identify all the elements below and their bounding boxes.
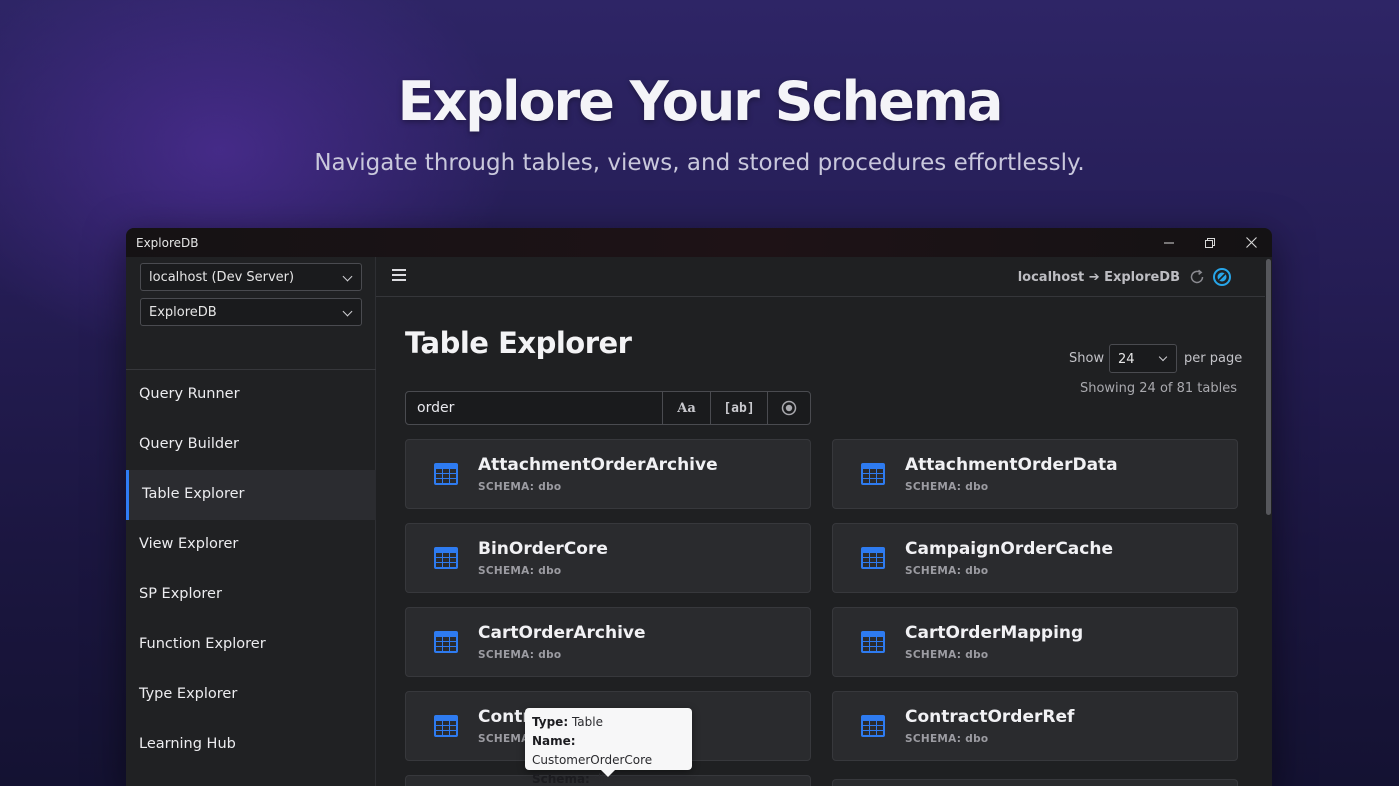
refresh-icon[interactable]: [1188, 268, 1206, 286]
table-name: AttachmentOrderData: [905, 455, 1118, 475]
server-select[interactable]: localhost (Dev Server): [140, 263, 362, 291]
sidebar-item-label: SP Explorer: [139, 586, 222, 602]
table-name: BinOrderCore: [478, 539, 608, 559]
table-schema: SCHEMA: dbo: [905, 481, 989, 493]
minimize-icon: [1164, 242, 1174, 243]
table-card[interactable]: BinOrderCore SCHEMA: dbo: [405, 523, 811, 593]
tooltip-name-value: CustomerOrderCore: [532, 753, 653, 767]
sidebar-item-query-builder[interactable]: Query Builder: [126, 420, 376, 470]
sidebar-item-label: Learning Hub: [139, 736, 236, 752]
table-tooltip: Type: Table Name: CustomerOrderCore Sche…: [525, 708, 692, 786]
per-page-select[interactable]: 24: [1109, 344, 1177, 373]
table-icon: [861, 463, 885, 485]
restore-icon: [1205, 237, 1215, 248]
match-case-button[interactable]: Aa: [662, 392, 710, 424]
table-card[interactable]: ContractOrderRef SCHEMA: dbo: [832, 691, 1238, 761]
target-icon: [781, 400, 797, 416]
whole-word-button[interactable]: [ab]: [710, 392, 767, 424]
sidebar-item-function-explorer[interactable]: Function Explorer: [126, 620, 376, 670]
sidebar-item-label: Query Builder: [139, 436, 239, 452]
tooltip-type-label: Type:: [532, 715, 569, 729]
close-button[interactable]: [1230, 228, 1272, 257]
table-name: AttachmentOrderArchive: [478, 455, 718, 475]
table-schema: SCHEMA: dbo: [905, 733, 989, 745]
sidebar-item-query-runner[interactable]: Query Runner: [126, 370, 376, 420]
table-card[interactable]: AttachmentOrderData SCHEMA: dbo: [832, 439, 1238, 509]
sidebar-item-label: Type Explorer: [139, 686, 238, 702]
sidebar-item-learning-hub[interactable]: Learning Hub: [126, 720, 376, 770]
main-content: localhost ➔ ExploreDB Table Explorer Sho…: [376, 257, 1272, 786]
tooltip-arrow: [601, 770, 615, 777]
table-schema: SCHEMA: dbo: [478, 481, 562, 493]
table-schema: SCHEMA: dbo: [478, 649, 562, 661]
per-page-value: 24: [1118, 352, 1135, 367]
table-icon: [861, 547, 885, 569]
table-schema: SCHEMA: dbo: [905, 649, 989, 661]
sidebar-item-table-explorer[interactable]: Table Explorer: [126, 470, 376, 520]
sidebar: localhost (Dev Server) ExploreDB Query R…: [126, 257, 376, 786]
table-card[interactable]: CampaignOrderCache SCHEMA: dbo: [832, 523, 1238, 593]
scrollbar[interactable]: [1265, 257, 1272, 786]
table-schema: SCHEMA: dbo: [905, 565, 989, 577]
hero-title: Explore Your Schema: [397, 70, 1004, 133]
table-card[interactable]: AttachmentOrderArchive SCHEMA: dbo: [405, 439, 811, 509]
chevron-down-icon: [342, 271, 353, 282]
sidebar-item-label: View Explorer: [139, 536, 239, 552]
sidebar-item-label: Table Explorer: [142, 486, 245, 502]
connection-status-icon[interactable]: [1212, 267, 1232, 287]
table-icon: [434, 631, 458, 653]
sidebar-item-label: Query Runner: [139, 386, 240, 402]
table-schema: SCHEMA: dbo: [478, 565, 562, 577]
table-card[interactable]: CartOrderArchive SCHEMA: dbo: [405, 607, 811, 677]
table-name: ContractOrderRef: [905, 707, 1075, 727]
sidebar-item-sp-explorer[interactable]: SP Explorer: [126, 570, 376, 620]
table-card[interactable]: [832, 779, 1238, 786]
search-box: Aa [ab]: [405, 391, 811, 425]
sidebar-item-view-explorer[interactable]: View Explorer: [126, 520, 376, 570]
title-bar: ExploreDB: [126, 228, 1272, 257]
window-title: ExploreDB: [136, 236, 199, 250]
menu-icon[interactable]: [392, 269, 406, 281]
showing-count: Showing 24 of 81 tables: [1079, 381, 1237, 396]
per-page-label: per page: [1184, 351, 1243, 366]
chevron-down-icon: [1158, 352, 1168, 362]
chevron-down-icon: [342, 306, 353, 317]
search-input[interactable]: [406, 392, 662, 424]
close-icon: [1245, 237, 1257, 248]
scrollbar-thumb[interactable]: [1266, 259, 1271, 515]
tooltip-name-label: Name:: [532, 734, 576, 748]
connection-label: localhost ➔ ExploreDB: [1017, 270, 1180, 285]
page-title: Table Explorer: [405, 326, 632, 360]
app-window: ExploreDB localhost (Dev Server) Explore…: [126, 228, 1272, 786]
database-select[interactable]: ExploreDB: [140, 298, 362, 326]
match-case-label: Aa: [677, 400, 696, 416]
top-bar: localhost ➔ ExploreDB: [376, 257, 1272, 297]
whole-word-label: [ab]: [723, 400, 755, 416]
hero-subtitle: Navigate through tables, views, and stor…: [314, 150, 1085, 176]
table-icon: [434, 463, 458, 485]
minimize-button[interactable]: [1148, 228, 1190, 257]
sidebar-item-type-explorer[interactable]: Type Explorer: [126, 670, 376, 720]
table-name: CartOrderArchive: [478, 623, 646, 643]
table-name: CampaignOrderCache: [905, 539, 1113, 559]
tooltip-schema-label: Schema:: [532, 772, 590, 786]
table-icon: [434, 715, 458, 737]
tooltip-type-value: Table: [571, 715, 603, 729]
regex-button[interactable]: [767, 392, 810, 424]
table-card[interactable]: CartOrderMapping SCHEMA: dbo: [832, 607, 1238, 677]
table-icon: [434, 547, 458, 569]
table-icon: [861, 715, 885, 737]
table-name: CartOrderMapping: [905, 623, 1084, 643]
table-icon: [861, 631, 885, 653]
sidebar-item-label: Function Explorer: [139, 636, 266, 652]
restore-button[interactable]: [1189, 228, 1231, 257]
database-select-value: ExploreDB: [149, 305, 217, 320]
server-select-value: localhost (Dev Server): [149, 270, 295, 285]
show-label: Show: [1069, 351, 1105, 366]
